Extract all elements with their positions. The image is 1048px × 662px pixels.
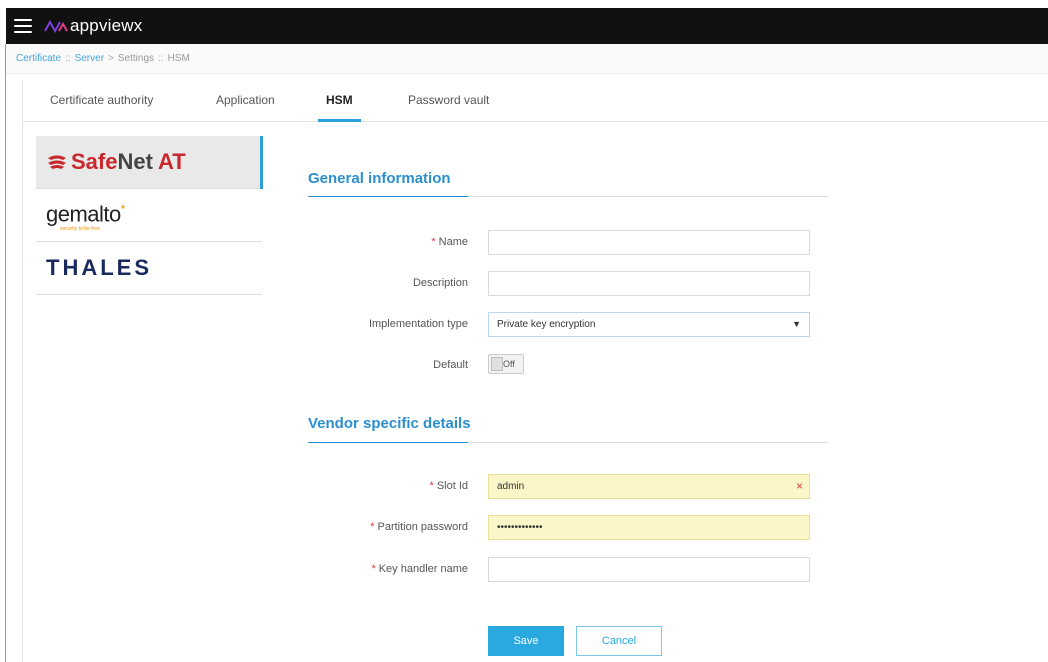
vendor-thales[interactable]: THALES	[36, 242, 262, 295]
thales-logo: THALES	[46, 255, 152, 280]
vendor-list: Safe Net AT gemalto* security to be free T…	[36, 136, 263, 295]
dropdown-caret-icon: ▼	[792, 319, 801, 329]
vendor-specific-details-title: Vendor specific details	[308, 415, 471, 432]
implementation-type-label: Implementation type	[368, 318, 468, 330]
breadcrumb-certificate[interactable]: Certificate	[16, 53, 61, 64]
gemalto-logo-text: gemalto	[46, 201, 121, 227]
settings-tabs: Certificate authority Application HSM Pa…	[22, 80, 1048, 122]
tab-hsm[interactable]: HSM	[318, 80, 361, 122]
tab-password-vault[interactable]: Password vault	[400, 80, 497, 122]
safenet-logo-text-net: Net	[117, 149, 153, 174]
content-border	[22, 80, 23, 662]
appviewx-logo-icon	[44, 19, 68, 33]
safenet-logo: Safe Net AT	[46, 149, 186, 175]
name-label: * Name	[431, 236, 468, 248]
partition-password-input[interactable]: •••••••••••••	[488, 515, 810, 540]
name-input[interactable]	[488, 230, 810, 255]
safenet-logo-text-safe: Safe	[71, 149, 118, 174]
vendor-safenet[interactable]: Safe Net AT	[36, 136, 263, 189]
safenet-logo-text-at: AT	[157, 149, 186, 174]
breadcrumb-separator: >	[108, 53, 114, 64]
key-handler-name-label: * Key handler name	[371, 563, 468, 575]
implementation-type-value: Private key encryption	[497, 319, 596, 330]
slot-id-label: * Slot Id	[429, 480, 468, 492]
window-frame-line	[5, 44, 6, 662]
partition-password-value: •••••••••••••	[497, 522, 543, 533]
required-marker: *	[431, 236, 436, 248]
default-toggle[interactable]: Off	[488, 354, 524, 374]
tab-application[interactable]: Application	[208, 80, 283, 122]
app-name: appviewx	[70, 16, 143, 35]
default-label: Default	[433, 359, 468, 371]
description-label: Description	[412, 277, 468, 289]
section-divider	[308, 196, 828, 197]
breadcrumb-hsm: HSM	[167, 53, 190, 64]
vendor-gemalto[interactable]: gemalto* security to be free	[36, 189, 262, 242]
description-input[interactable]	[488, 271, 810, 296]
hamburger-menu-icon[interactable]	[14, 19, 32, 33]
tab-certificate-authority[interactable]: Certificate authority	[42, 80, 161, 122]
partition-password-label: * Partition password	[370, 521, 468, 533]
toggle-knob	[491, 357, 503, 371]
breadcrumb-separator: ::	[65, 53, 71, 64]
safenet-logo-icon	[48, 155, 66, 169]
toggle-state: Off	[503, 359, 515, 369]
save-button[interactable]: Save	[488, 626, 564, 656]
app-logo[interactable]: appviewx	[44, 16, 142, 36]
slot-id-value: admin	[497, 481, 525, 492]
slot-id-input[interactable]: admin ×	[488, 474, 810, 499]
required-marker: *	[371, 563, 376, 575]
breadcrumb-separator: ::	[158, 53, 164, 64]
implementation-type-select[interactable]: Private key encryption ▼	[488, 312, 810, 337]
gemalto-logo: gemalto* security to be free	[46, 198, 125, 231]
general-information-title: General information	[308, 170, 451, 187]
breadcrumb-server[interactable]: Server	[75, 53, 104, 64]
gemalto-asterisk-icon: *	[120, 202, 126, 217]
key-handler-name-input[interactable]	[488, 557, 810, 582]
breadcrumb-settings: Settings	[117, 53, 155, 64]
top-navigation-bar: appviewx	[6, 8, 1048, 44]
breadcrumb: Certificate :: Server > Settings :: HSM	[6, 44, 1048, 74]
required-marker: *	[429, 480, 434, 492]
required-marker: *	[370, 521, 375, 533]
cancel-button[interactable]: Cancel	[576, 626, 662, 656]
clear-icon[interactable]: ×	[796, 475, 803, 498]
section-divider	[308, 442, 828, 443]
gemalto-tagline: security to be free	[60, 225, 100, 232]
